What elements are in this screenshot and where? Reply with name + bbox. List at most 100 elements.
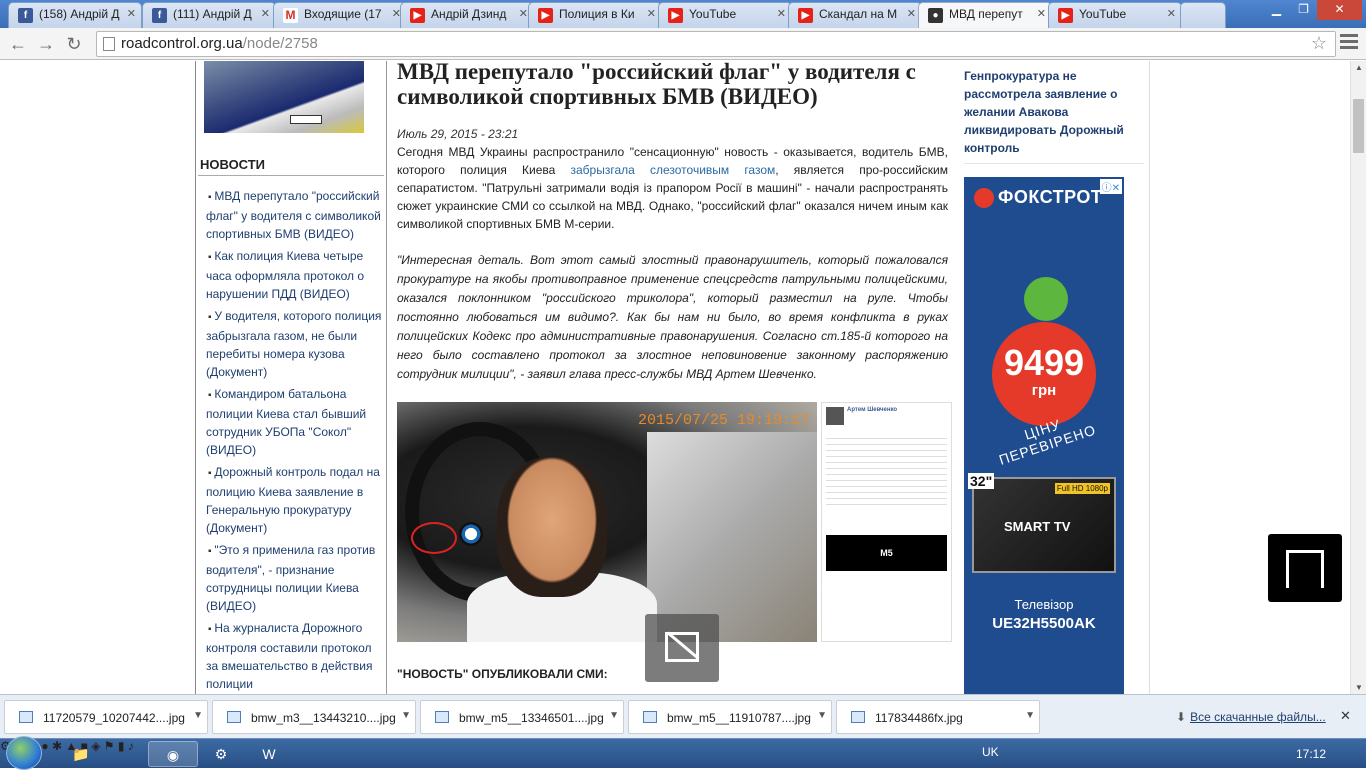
- ad-brand-text: ФОКСТРОТ: [998, 187, 1103, 207]
- chevron-down-icon[interactable]: ▼: [817, 710, 827, 721]
- volume-icon[interactable]: ♪: [128, 739, 134, 753]
- article-photo[interactable]: 2015/07/25 19:19:17: [397, 402, 817, 642]
- new-tab-button[interactable]: [1180, 2, 1226, 28]
- tab-close-icon[interactable]: ✕: [1167, 7, 1176, 20]
- section-subheading: "НОВОСТЬ" ОПУБЛИКОВАЛИ СМИ:: [397, 667, 608, 681]
- sidebar-link[interactable]: Генпрокуратура не рассмотрела заявление …: [964, 67, 1144, 164]
- lead-link[interactable]: забрызгала слезоточивым газом: [570, 163, 775, 177]
- tab-close-icon[interactable]: ✕: [647, 7, 656, 20]
- foxtrot-logo-icon: [974, 188, 994, 209]
- tab-youtube-4[interactable]: ▶ Скандал на М ✕: [788, 2, 922, 28]
- news-item[interactable]: У водителя, которого полиция забрызгала …: [206, 307, 382, 381]
- scroll-to-top-button[interactable]: [1268, 534, 1342, 602]
- youtube-icon: ▶: [410, 8, 425, 23]
- close-downloads-icon[interactable]: ✕: [1340, 708, 1351, 724]
- navigation-bar: ← → ↻ roadcontrol.org.ua/node/2758 ☆: [0, 28, 1366, 60]
- sidebar-car-photo[interactable]: [204, 61, 364, 133]
- tab-close-icon[interactable]: ✕: [127, 7, 136, 20]
- news-item[interactable]: Как полиция Киева четыре часа оформляла …: [206, 247, 382, 303]
- image-file-icon: [851, 711, 865, 723]
- article-date: Июль 29, 2015 - 23:21: [397, 127, 519, 141]
- chevron-down-icon[interactable]: ▼: [401, 710, 411, 721]
- download-item[interactable]: bmw_m5__11910787....jpg ▼: [628, 700, 832, 734]
- facebook-screenshot[interactable]: Артем Шевченко M5: [821, 402, 952, 642]
- tray-app-icon[interactable]: ●: [41, 739, 48, 753]
- news-item[interactable]: "Это я применила газ против водителя", -…: [206, 541, 382, 615]
- news-item[interactable]: Дорожный контроль подал на полицию Киева…: [206, 463, 382, 537]
- reload-icon[interactable]: ↻: [62, 32, 86, 56]
- tab-label: YouTube: [1079, 7, 1127, 21]
- download-filename: 11720579_10207442....jpg: [43, 711, 185, 725]
- word-taskbar-icon[interactable]: W: [244, 741, 294, 767]
- tab-close-icon[interactable]: ✕: [1037, 7, 1046, 20]
- tab-facebook-2[interactable]: f (111) Андрій Д ✕: [142, 2, 276, 28]
- ad-model-line1: Телевізор: [1014, 597, 1074, 612]
- avatar: [826, 407, 844, 425]
- download-filename: bmw_m5__11910787....jpg: [667, 711, 811, 725]
- tab-youtube-1[interactable]: ▶ Андрій Дзинд ✕: [400, 2, 534, 28]
- tab-roadcontrol-active[interactable]: ● МВД перепут ✕: [918, 2, 1052, 28]
- tab-label: YouTube: [689, 7, 737, 21]
- minimize-icon[interactable]: ▁: [1263, 0, 1290, 20]
- scrollbar-thumb[interactable]: [1353, 99, 1364, 153]
- news-item[interactable]: На журналиста Дорожного контроля состави…: [206, 619, 382, 693]
- download-item[interactable]: 117834486fx.jpg ▼: [836, 700, 1040, 734]
- foxtrot-ad[interactable]: ⓘ✕ ФОКСТРОТ 9499 грн ЦІНУ ПЕРЕВІРЕНО 32"…: [964, 177, 1124, 694]
- ad-model-line2: UE32H5500AK: [992, 615, 1096, 632]
- ad-info-icon[interactable]: ⓘ✕: [1099, 179, 1122, 194]
- page-scrollbar[interactable]: ▲ ▼: [1350, 61, 1366, 694]
- download-item[interactable]: 11720579_10207442....jpg ▼: [4, 700, 208, 734]
- tab-close-icon[interactable]: ✕: [907, 7, 916, 20]
- tab-close-icon[interactable]: ✕: [777, 7, 786, 20]
- system-clock[interactable]: 17:12: [1296, 747, 1326, 761]
- maximize-icon[interactable]: ❐: [1290, 0, 1317, 20]
- ad-price: 9499: [1003, 342, 1085, 383]
- image-file-icon: [227, 711, 241, 723]
- article-quote: "Интересная деталь. Вот этот самый злост…: [397, 251, 948, 384]
- quote-text: "Интересная деталь. Вот этот самый злост…: [397, 253, 948, 381]
- url-path: /node/2758: [242, 35, 318, 52]
- chevron-down-icon[interactable]: ▼: [609, 710, 619, 721]
- back-icon[interactable]: ←: [6, 32, 30, 56]
- menu-icon[interactable]: [1340, 34, 1358, 52]
- page-icon: [103, 37, 115, 51]
- download-item[interactable]: bmw_m5__13346501....jpg ▼: [420, 700, 624, 734]
- tab-gmail[interactable]: M Входящие (17 ✕: [273, 2, 407, 28]
- chevron-down-icon[interactable]: ▼: [193, 710, 203, 721]
- window-close-icon[interactable]: ✕: [1317, 0, 1362, 20]
- tab-youtube-5[interactable]: ▶ YouTube ✕: [1048, 2, 1182, 28]
- quote-attribution: - заявил глава пресс-службы МВД Артем Ше…: [516, 367, 817, 381]
- chevron-down-icon[interactable]: ▼: [1025, 710, 1035, 721]
- scroll-up-icon[interactable]: ▲: [1355, 63, 1363, 72]
- show-all-downloads-link[interactable]: Все скачанные файлы...: [1176, 710, 1326, 724]
- language-indicator[interactable]: UK: [982, 745, 999, 759]
- download-item[interactable]: bmw_m3__13443210....jpg ▼: [212, 700, 416, 734]
- tab-youtube-2[interactable]: ▶ Полиция в Ки ✕: [528, 2, 662, 28]
- arrow-up-icon: [1286, 550, 1324, 588]
- tab-facebook-1[interactable]: f (158) Андрій Д ✕: [8, 2, 142, 28]
- scroll-down-icon[interactable]: ▼: [1355, 683, 1363, 692]
- app-taskbar-icon[interactable]: ⚙: [196, 741, 246, 767]
- bookmark-star-icon[interactable]: ☆: [1311, 33, 1327, 54]
- ad-brand: ФОКСТРОТ: [974, 187, 1103, 209]
- chrome-taskbar-icon[interactable]: ◉: [148, 741, 198, 767]
- page-viewport: НОВОСТИ МВД перепутало "российский флаг"…: [0, 61, 1350, 694]
- news-item[interactable]: Командиром батальона полиции Киева стал …: [206, 385, 382, 459]
- tab-label: Андрій Дзинд: [431, 7, 507, 21]
- start-button-icon[interactable]: [6, 736, 42, 770]
- tab-label: (158) Андрій Д: [39, 7, 120, 21]
- gmail-icon: M: [283, 8, 298, 23]
- forward-icon[interactable]: →: [34, 32, 58, 56]
- tab-youtube-3[interactable]: ▶ YouTube ✕: [658, 2, 792, 28]
- address-bar[interactable]: roadcontrol.org.ua/node/2758 ☆: [96, 31, 1336, 57]
- tab-close-icon[interactable]: ✕: [519, 7, 528, 20]
- image-overlay-button[interactable]: [645, 614, 719, 682]
- explorer-taskbar-icon[interactable]: 📁: [56, 741, 106, 767]
- news-item[interactable]: МВД перепутало "российский флаг" у водит…: [206, 187, 382, 243]
- highlight-circle: [411, 522, 457, 554]
- tab-close-icon[interactable]: ✕: [261, 7, 270, 20]
- youtube-icon: ▶: [668, 8, 683, 23]
- site-container: НОВОСТИ МВД перепутало "российский флаг"…: [195, 61, 1150, 694]
- network-icon[interactable]: ▮: [118, 739, 125, 753]
- fb-author-name: Артем Шевченко: [847, 407, 898, 413]
